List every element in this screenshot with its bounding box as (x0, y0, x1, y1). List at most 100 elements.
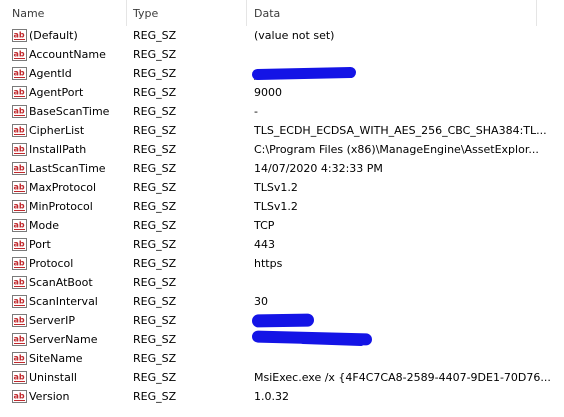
svg-text:ab: ab (14, 164, 25, 173)
reg-string-ab-icon: ab (12, 390, 27, 403)
registry-value-row[interactable]: ab Protocol REG_SZ https (0, 254, 564, 273)
svg-text:ab: ab (14, 202, 25, 211)
svg-text:ab: ab (14, 50, 25, 59)
value-name: ScanAtBoot (29, 276, 93, 289)
registry-value-row[interactable]: ab Version REG_SZ 1.0.32 (0, 387, 564, 406)
column-header-name[interactable]: Name (12, 0, 44, 26)
reg-string-ab-icon: ab (12, 257, 27, 270)
value-name: Version (29, 390, 70, 403)
reg-string-ab-icon: ab (12, 238, 27, 251)
reg-string-ab-icon: ab (12, 143, 27, 156)
svg-text:ab: ab (14, 145, 25, 154)
value-name: AgentId (29, 67, 72, 80)
column-header-type[interactable]: Type (133, 0, 158, 26)
svg-text:ab: ab (14, 69, 25, 78)
value-name: InstallPath (29, 143, 87, 156)
reg-string-ab-icon: ab (12, 219, 27, 232)
column-header: Name Type Data (0, 0, 564, 26)
registry-value-row[interactable]: ab ScanInterval REG_SZ 30 (0, 292, 564, 311)
value-data: 9000 (254, 86, 282, 99)
reg-string-ab-icon: ab (12, 333, 27, 346)
value-data: - (254, 105, 258, 118)
value-data (254, 273, 560, 292)
column-header-data[interactable]: Data (254, 0, 280, 26)
value-type: REG_SZ (133, 143, 177, 156)
reg-string-ab-icon: ab (12, 371, 27, 384)
value-name: Port (29, 238, 51, 251)
registry-value-row[interactable]: ab (Default) REG_SZ (value not set) (0, 26, 564, 45)
svg-text:ab: ab (14, 183, 25, 192)
reg-string-ab-icon: ab (12, 124, 27, 137)
value-data: TLS_ECDH_ECDSA_WITH_AES_256_CBC_SHA384:T… (254, 124, 547, 137)
registry-value-row[interactable]: ab AccountName REG_SZ (0, 45, 564, 64)
registry-value-row[interactable]: ab ScanAtBoot REG_SZ (0, 273, 564, 292)
value-type: REG_SZ (133, 352, 177, 365)
svg-text:ab: ab (14, 335, 25, 344)
svg-text:ab: ab (14, 373, 25, 382)
value-data: TLSv1.2 (254, 200, 298, 213)
svg-text:ab: ab (14, 240, 25, 249)
registry-value-row[interactable]: ab Uninstall REG_SZ MsiExec.exe /x {4F4C… (0, 368, 564, 387)
value-name: LastScanTime (29, 162, 106, 175)
value-type: REG_SZ (133, 219, 177, 232)
value-type: REG_SZ (133, 333, 177, 346)
registry-value-row[interactable]: ab Mode REG_SZ TCP (0, 216, 564, 235)
value-data: TCP (254, 219, 275, 232)
reg-string-ab-icon: ab (12, 162, 27, 175)
value-type: REG_SZ (133, 238, 177, 251)
reg-string-ab-icon: ab (12, 67, 27, 80)
value-name: MinProtocol (29, 200, 93, 213)
column-divider[interactable] (246, 0, 247, 26)
registry-value-row[interactable]: ab LastScanTime REG_SZ 14/07/2020 4:32:3… (0, 159, 564, 178)
value-name: MaxProtocol (29, 181, 97, 194)
value-name: ServerIP (29, 314, 75, 327)
registry-value-row[interactable]: ab AgentPort REG_SZ 9000 (0, 83, 564, 102)
value-type: REG_SZ (133, 390, 177, 403)
value-name: CipherList (29, 124, 85, 137)
svg-text:ab: ab (14, 88, 25, 97)
value-type: REG_SZ (133, 86, 177, 99)
value-type: REG_SZ (133, 200, 177, 213)
value-name: AccountName (29, 48, 106, 61)
reg-string-ab-icon: ab (12, 352, 27, 365)
value-type: REG_SZ (133, 314, 177, 327)
value-type: REG_SZ (133, 257, 177, 270)
column-divider[interactable] (536, 0, 537, 26)
registry-value-row[interactable]: ab InstallPath REG_SZ C:\Program Files (… (0, 140, 564, 159)
svg-text:ab: ab (14, 316, 25, 325)
value-data (254, 45, 560, 64)
registry-value-row[interactable]: ab MinProtocol REG_SZ TLSv1.2 (0, 197, 564, 216)
svg-text:ab: ab (14, 392, 25, 401)
value-name: ServerName (29, 333, 98, 346)
reg-string-ab-icon: ab (12, 181, 27, 194)
registry-value-row[interactable]: ab Port REG_SZ 443 (0, 235, 564, 254)
reg-string-ab-icon: ab (12, 295, 27, 308)
value-type: REG_SZ (133, 124, 177, 137)
value-name: Uninstall (29, 371, 77, 384)
reg-string-ab-icon: ab (12, 276, 27, 289)
value-name: Mode (29, 219, 59, 232)
column-divider[interactable] (126, 0, 127, 26)
redaction-mark (251, 313, 315, 328)
value-data (254, 349, 560, 368)
svg-text:ab: ab (14, 297, 25, 306)
registry-value-row[interactable]: ab BaseScanTime REG_SZ - (0, 102, 564, 121)
reg-string-ab-icon: ab (12, 86, 27, 99)
svg-text:ab: ab (14, 278, 25, 287)
svg-text:ab: ab (14, 31, 25, 40)
svg-text:ab: ab (14, 126, 25, 135)
value-type: REG_SZ (133, 162, 177, 175)
value-data: C:\Program Files (x86)\ManageEngine\Asse… (254, 143, 539, 156)
value-name: Protocol (29, 257, 74, 270)
registry-value-row[interactable]: ab SiteName REG_SZ (0, 349, 564, 368)
svg-text:ab: ab (14, 221, 25, 230)
registry-value-row[interactable]: ab MaxProtocol REG_SZ TLSv1.2 (0, 178, 564, 197)
reg-string-ab-icon: ab (12, 29, 27, 42)
svg-text:ab: ab (14, 354, 25, 363)
value-data: (value not set) (254, 29, 335, 42)
registry-value-row[interactable]: ab CipherList REG_SZ TLS_ECDH_ECDSA_WITH… (0, 121, 564, 140)
reg-string-ab-icon: ab (12, 314, 27, 327)
value-type: REG_SZ (133, 29, 177, 42)
value-type: REG_SZ (133, 181, 177, 194)
reg-string-ab-icon: ab (12, 200, 27, 213)
